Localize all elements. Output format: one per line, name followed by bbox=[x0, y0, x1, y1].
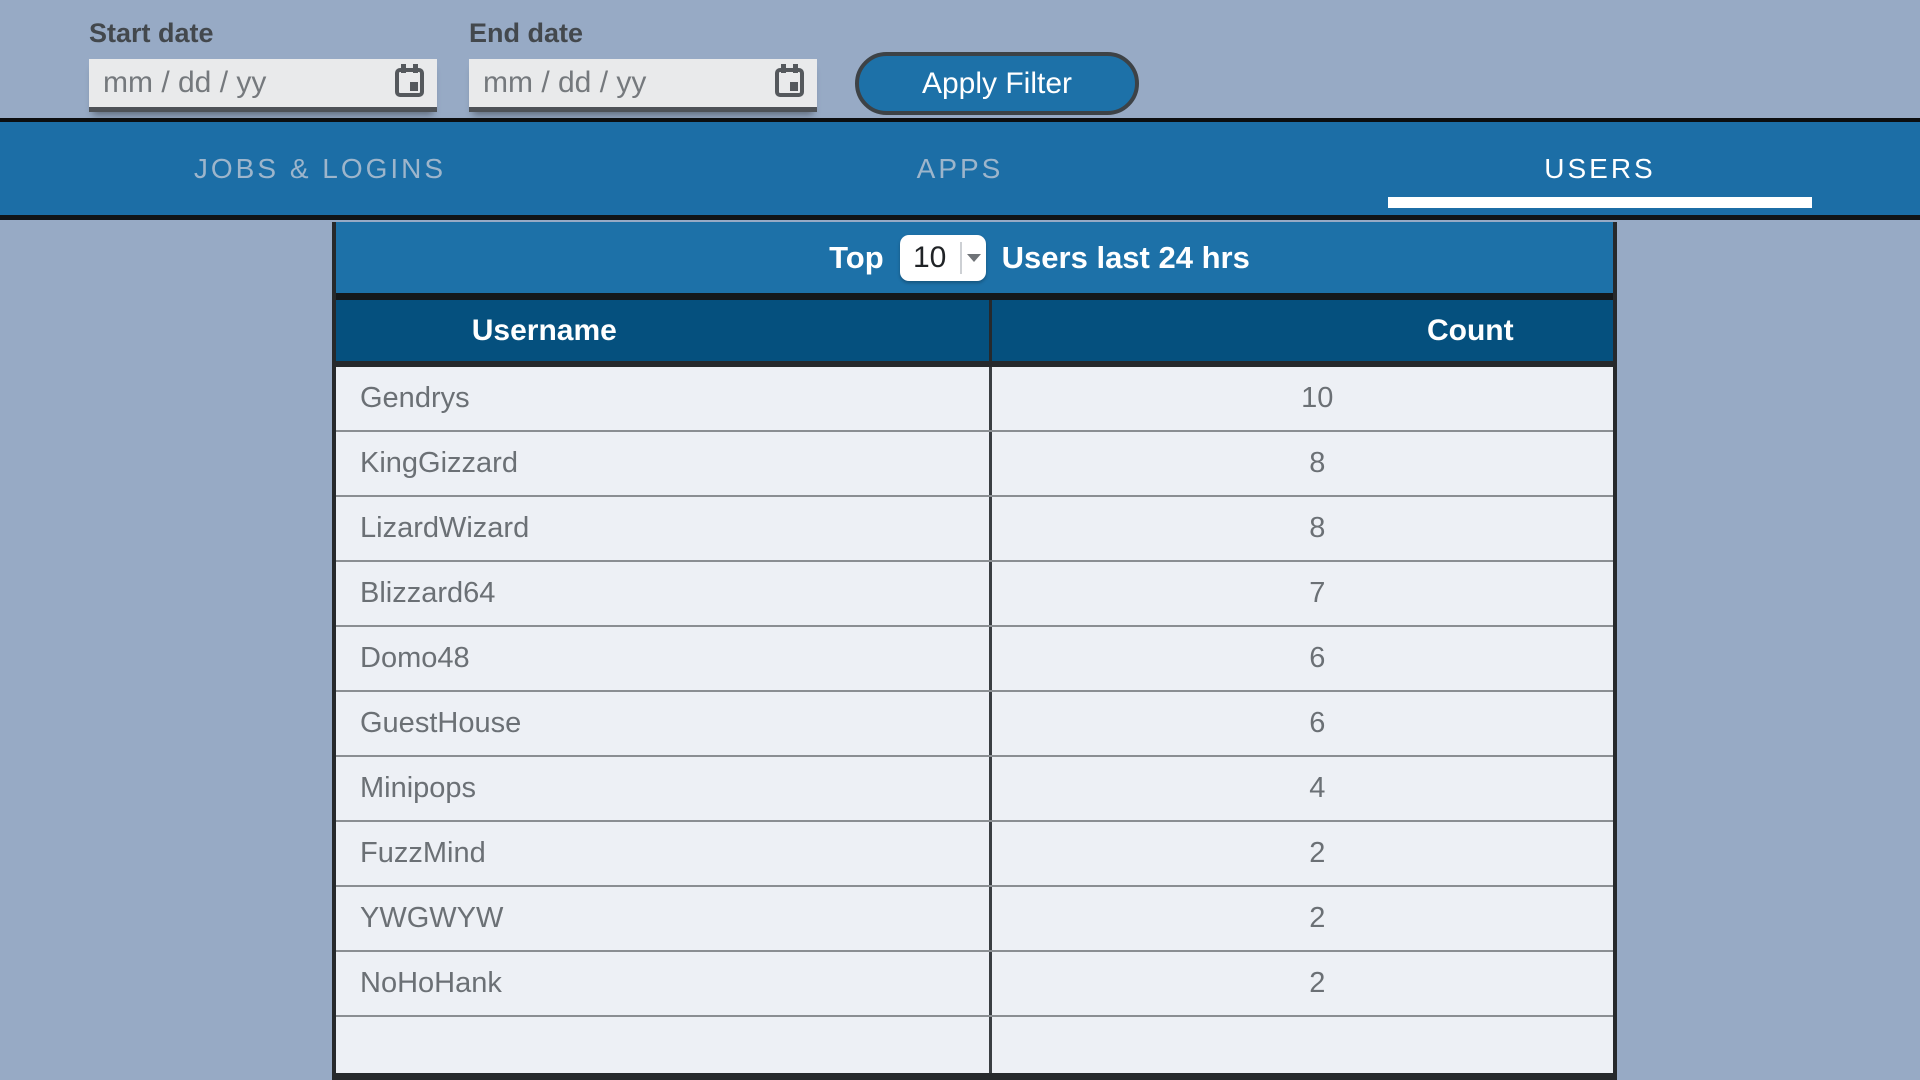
nav-tab-bar: JOBS & LOGINS APPS USERS bbox=[0, 118, 1920, 220]
table-row: GuestHouse 6 bbox=[336, 692, 1613, 757]
chevron-down-icon bbox=[962, 235, 986, 281]
username-cell: FuzzMind bbox=[336, 822, 989, 885]
count-cell: 2 bbox=[989, 887, 1613, 950]
count-cell: 4 bbox=[989, 757, 1613, 820]
table-row: KingGizzard 8 bbox=[336, 432, 1613, 497]
calendar-icon[interactable] bbox=[774, 64, 805, 103]
end-date-field: End date mm / dd / yy bbox=[469, 18, 817, 112]
table-row: Blizzard64 7 bbox=[336, 562, 1613, 627]
username-cell: YWGWYW bbox=[336, 887, 989, 950]
username-cell: Minipops bbox=[336, 757, 989, 820]
panel-header: Top 10 Users last 24 hrs bbox=[336, 222, 1613, 300]
count-cell: 8 bbox=[989, 432, 1613, 495]
username-cell: Domo48 bbox=[336, 627, 989, 690]
top-users-panel: Top 10 Users last 24 hrs Username Count … bbox=[332, 222, 1617, 1080]
column-header-username: Username bbox=[336, 300, 989, 361]
tab-label: USERS bbox=[1544, 153, 1655, 185]
count-cell bbox=[989, 1017, 1613, 1073]
table-row: LizardWizard 8 bbox=[336, 497, 1613, 562]
top-n-value: 10 bbox=[900, 235, 960, 281]
top-n-select[interactable]: 10 bbox=[900, 235, 986, 281]
tab-label: APPS bbox=[917, 153, 1004, 185]
count-cell: 6 bbox=[989, 692, 1613, 755]
table-header-row: Username Count bbox=[336, 300, 1613, 367]
panel-title-prefix: Top bbox=[829, 240, 884, 276]
tab-apps[interactable]: APPS bbox=[640, 122, 1280, 215]
start-date-placeholder: mm / dd / yy bbox=[103, 66, 266, 100]
table-row-empty bbox=[336, 1017, 1613, 1073]
table-row: NoHoHank 2 bbox=[336, 952, 1613, 1017]
table-row: YWGWYW 2 bbox=[336, 887, 1613, 952]
count-cell: 8 bbox=[989, 497, 1613, 560]
username-cell bbox=[336, 1017, 989, 1073]
panel-title-suffix: Users last 24 hrs bbox=[1002, 240, 1250, 276]
username-cell: Gendrys bbox=[336, 367, 989, 430]
count-cell: 2 bbox=[989, 822, 1613, 885]
username-cell: KingGizzard bbox=[336, 432, 989, 495]
username-cell: GuestHouse bbox=[336, 692, 989, 755]
username-cell: LizardWizard bbox=[336, 497, 989, 560]
tab-users[interactable]: USERS bbox=[1280, 122, 1920, 215]
count-cell: 10 bbox=[989, 367, 1613, 430]
count-cell: 2 bbox=[989, 952, 1613, 1015]
end-date-label: End date bbox=[469, 18, 817, 49]
count-cell: 6 bbox=[989, 627, 1613, 690]
table-row: Domo48 6 bbox=[336, 627, 1613, 692]
filter-bar: Start date mm / dd / yy End date mm / dd… bbox=[0, 0, 1920, 122]
table-row: Gendrys 10 bbox=[336, 367, 1613, 432]
active-tab-underline bbox=[1388, 197, 1812, 208]
table-row: Minipops 4 bbox=[336, 757, 1613, 822]
app-screen: Start date mm / dd / yy End date mm / dd… bbox=[0, 0, 1920, 1080]
calendar-icon[interactable] bbox=[394, 64, 425, 103]
table-body: Gendrys 10 KingGizzard 8 LizardWizard 8 … bbox=[336, 367, 1613, 1073]
start-date-label: Start date bbox=[89, 18, 437, 49]
tab-label: JOBS & LOGINS bbox=[194, 153, 446, 185]
column-header-count: Count bbox=[989, 300, 1613, 361]
username-cell: Blizzard64 bbox=[336, 562, 989, 625]
end-date-input[interactable]: mm / dd / yy bbox=[469, 59, 817, 112]
count-cell: 7 bbox=[989, 562, 1613, 625]
start-date-field: Start date mm / dd / yy bbox=[89, 18, 437, 112]
start-date-input[interactable]: mm / dd / yy bbox=[89, 59, 437, 112]
tab-jobs-logins[interactable]: JOBS & LOGINS bbox=[0, 122, 640, 215]
username-cell: NoHoHank bbox=[336, 952, 989, 1015]
panel-title: Top 10 Users last 24 hrs bbox=[829, 235, 1250, 281]
apply-filter-button[interactable]: Apply Filter bbox=[855, 52, 1139, 115]
table-row: FuzzMind 2 bbox=[336, 822, 1613, 887]
end-date-placeholder: mm / dd / yy bbox=[483, 66, 646, 100]
